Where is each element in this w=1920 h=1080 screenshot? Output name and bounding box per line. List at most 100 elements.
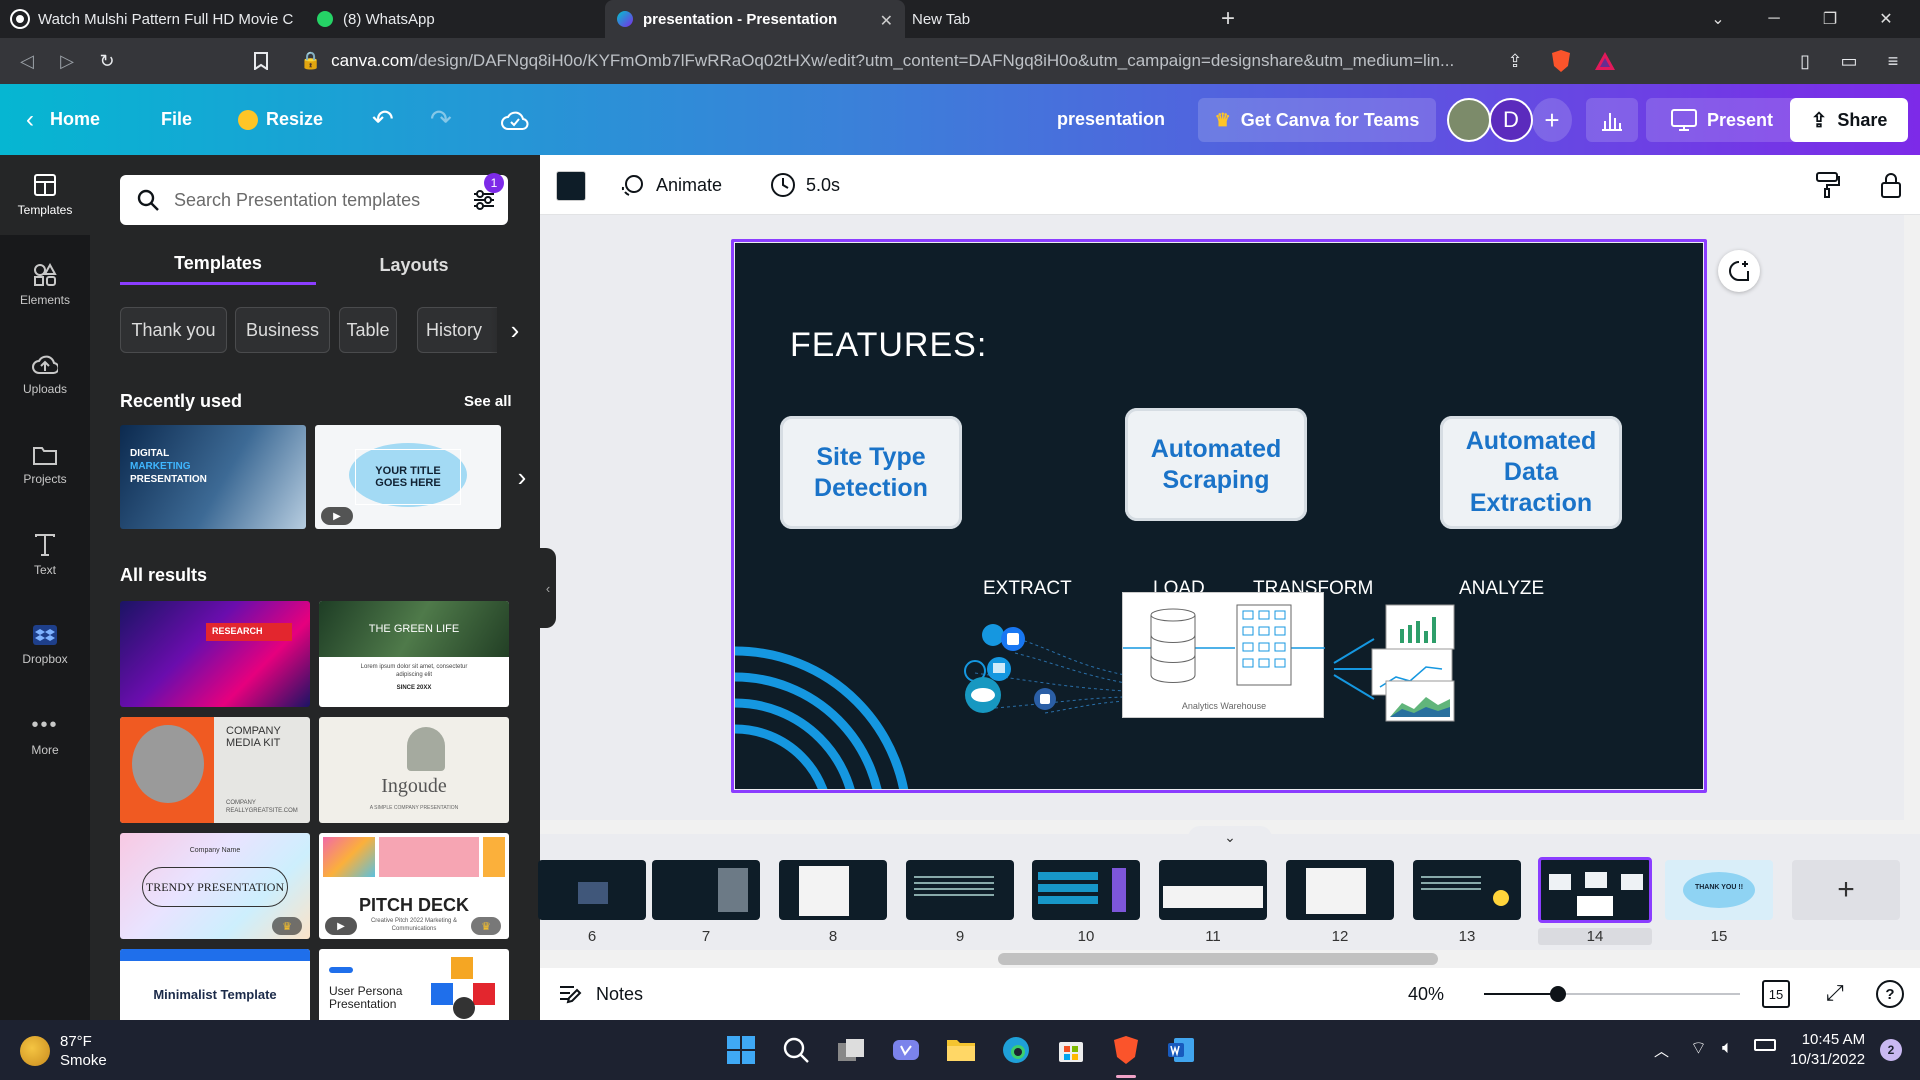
browser-tab-whatsapp[interactable]: (8) WhatsApp	[305, 0, 605, 38]
get-canva-teams-button[interactable]: ♛ Get Canva for Teams	[1198, 98, 1436, 142]
search-taskbar-icon[interactable]	[780, 1034, 812, 1066]
battery-icon[interactable]	[1754, 1039, 1776, 1051]
tab-templates[interactable]: Templates	[120, 245, 316, 285]
template-company-media-kit[interactable]: COMPANY MEDIA KIT COMPANY REALLYGREATSIT…	[120, 717, 310, 823]
rail-elements[interactable]: Elements	[0, 245, 90, 325]
start-button-windows-icon[interactable]	[725, 1034, 757, 1066]
zoom-level[interactable]: 40%	[1408, 968, 1444, 1020]
weather-widget[interactable]: 87°F Smoke	[20, 1032, 107, 1070]
zoom-slider-track[interactable]	[1484, 986, 1740, 1002]
cloud-saved-icon[interactable]	[501, 84, 529, 155]
insights-button[interactable]	[1586, 98, 1638, 142]
browser-tab-movie[interactable]: Watch Mulshi Pattern Full HD Movie C	[0, 0, 300, 38]
filmstrip-scrollbar[interactable]	[540, 950, 1920, 968]
close-tab-icon[interactable]: ✕	[880, 11, 893, 31]
page-thumb-14[interactable]	[1538, 857, 1652, 923]
collapse-panel-handle[interactable]: ‹	[540, 548, 556, 628]
new-tab-button[interactable]: +	[1200, 0, 1256, 38]
page-thumb-10[interactable]	[1032, 860, 1140, 920]
forward-icon[interactable]: ▷	[54, 48, 80, 74]
lock-icon[interactable]	[1880, 171, 1902, 199]
page-grid-button[interactable]: 15	[1762, 980, 1790, 1008]
browser-tab-canva[interactable]: presentation - Presentation ✕	[605, 0, 905, 38]
close-window-button[interactable]: ✕	[1858, 0, 1914, 38]
chip-table[interactable]: Table	[339, 307, 397, 353]
word-icon[interactable]	[1165, 1034, 1197, 1066]
url-field[interactable]: 🔒 canva.com /design/DAFNgq8iH0o/KYFmOmb7…	[300, 44, 1520, 78]
template-user-persona[interactable]: User Persona Presentation	[319, 949, 509, 1020]
duration-button[interactable]: 5.0s	[770, 155, 840, 215]
see-all-link[interactable]: See all	[464, 393, 512, 410]
zoom-slider-knob[interactable]	[1550, 986, 1566, 1002]
file-explorer-icon[interactable]	[945, 1034, 977, 1066]
microsoft-store-icon[interactable]	[1055, 1034, 1087, 1066]
home-button[interactable]: ‹ Home	[26, 84, 100, 155]
page-thumb-12[interactable]	[1286, 860, 1394, 920]
reload-icon[interactable]: ↻	[94, 48, 120, 74]
filmstrip-toggle-chevron-icon[interactable]: ⌄	[1188, 826, 1272, 848]
brave-shield-icon[interactable]	[1548, 48, 1574, 74]
page-thumb-11[interactable]	[1159, 860, 1267, 920]
file-menu-button[interactable]: File	[161, 84, 192, 155]
recent-scroll-right-icon[interactable]: ›	[504, 425, 540, 529]
chip-thank-you[interactable]: Thank you	[120, 307, 227, 353]
page-thumb-7[interactable]	[652, 860, 760, 920]
rail-templates[interactable]: Templates	[0, 155, 90, 235]
background-color-swatch[interactable]	[556, 171, 586, 201]
minimize-button[interactable]: ─	[1746, 0, 1802, 38]
add-collaborator-button[interactable]: +	[1532, 98, 1572, 142]
template-green-life[interactable]: THE GREEN LIFE Lorem ipsum dolor sit ame…	[319, 601, 509, 707]
recent-template-your-title[interactable]: YOUR TITLE GOES HERE ▶	[315, 425, 501, 529]
filmstrip-scroll-thumb[interactable]	[998, 953, 1438, 965]
template-minimalist[interactable]: Minimalist Template	[120, 949, 310, 1020]
rail-uploads[interactable]: Uploads	[0, 335, 90, 415]
redo-icon[interactable]: ↷	[430, 84, 452, 155]
chip-business[interactable]: Business	[235, 307, 330, 353]
tab-search-chevron-icon[interactable]: ⌄	[1690, 0, 1746, 38]
help-icon[interactable]: ?	[1876, 980, 1904, 1008]
page-thumb-8[interactable]	[779, 860, 887, 920]
clock-widget[interactable]: 10:45 AM 10/31/2022	[1790, 1030, 1865, 1070]
teams-chat-icon[interactable]	[890, 1034, 922, 1066]
chip-history[interactable]: History	[417, 307, 497, 353]
page-thumb-6[interactable]	[538, 860, 646, 920]
browser-menu-icon[interactable]: ≡	[1880, 48, 1906, 74]
rail-more[interactable]: ••• More	[0, 695, 90, 775]
tab-layouts[interactable]: Layouts	[316, 245, 512, 285]
copy-style-icon[interactable]	[1815, 171, 1841, 199]
share-page-icon[interactable]: ⇪	[1502, 48, 1528, 74]
user-avatar[interactable]: D	[1489, 98, 1533, 142]
add-comment-button[interactable]	[1718, 250, 1760, 292]
rail-text[interactable]: Text	[0, 515, 90, 595]
back-icon[interactable]: ◁	[14, 48, 40, 74]
notification-badge[interactable]: 2	[1880, 1039, 1902, 1061]
restore-button[interactable]: ❐	[1802, 0, 1858, 38]
undo-icon[interactable]: ↶	[372, 84, 394, 155]
bookmark-icon[interactable]	[248, 48, 274, 74]
recent-template-digital-marketing[interactable]: DIGITAL MARKETING PRESENTATION	[120, 425, 306, 529]
add-page-button[interactable]: +	[1792, 860, 1900, 920]
fullscreen-icon[interactable]: ⤢	[1826, 980, 1844, 1006]
brave-browser-icon[interactable]	[1110, 1034, 1142, 1066]
notes-button[interactable]: Notes	[558, 968, 643, 1020]
collaborator-avatar[interactable]	[1447, 98, 1491, 142]
page-thumb-13[interactable]	[1413, 860, 1521, 920]
page-thumb-15[interactable]: THANK YOU !!	[1665, 860, 1773, 920]
template-trendy-presentation[interactable]: Company Name TRENDY PRESENTATION ♛	[120, 833, 310, 939]
task-view-icon[interactable]	[835, 1034, 867, 1066]
wallet-icon[interactable]: ▭	[1836, 48, 1862, 74]
document-title[interactable]: presentation	[1057, 84, 1165, 155]
present-button[interactable]: Present	[1646, 98, 1798, 142]
template-research[interactable]: RESEARCH	[120, 601, 310, 707]
share-button[interactable]: ⇪ Share	[1790, 98, 1908, 142]
resize-button[interactable]: Resize	[238, 84, 323, 155]
rail-dropbox[interactable]: Dropbox	[0, 605, 90, 685]
canvas-vertical-scrollbar[interactable]	[1904, 215, 1920, 820]
sidebar-toggle-icon[interactable]: ▯	[1792, 48, 1818, 74]
chips-scroll-right-icon[interactable]: ›	[490, 307, 540, 353]
page-thumb-9[interactable]	[906, 860, 1014, 920]
animate-button[interactable]: Animate	[620, 155, 722, 215]
edge-browser-icon[interactable]	[1000, 1034, 1032, 1066]
template-ingoude[interactable]: Ingoude A SIMPLE COMPANY PRESENTATION	[319, 717, 509, 823]
show-hidden-icons-chevron-icon[interactable]: ︿	[1654, 1040, 1669, 1061]
